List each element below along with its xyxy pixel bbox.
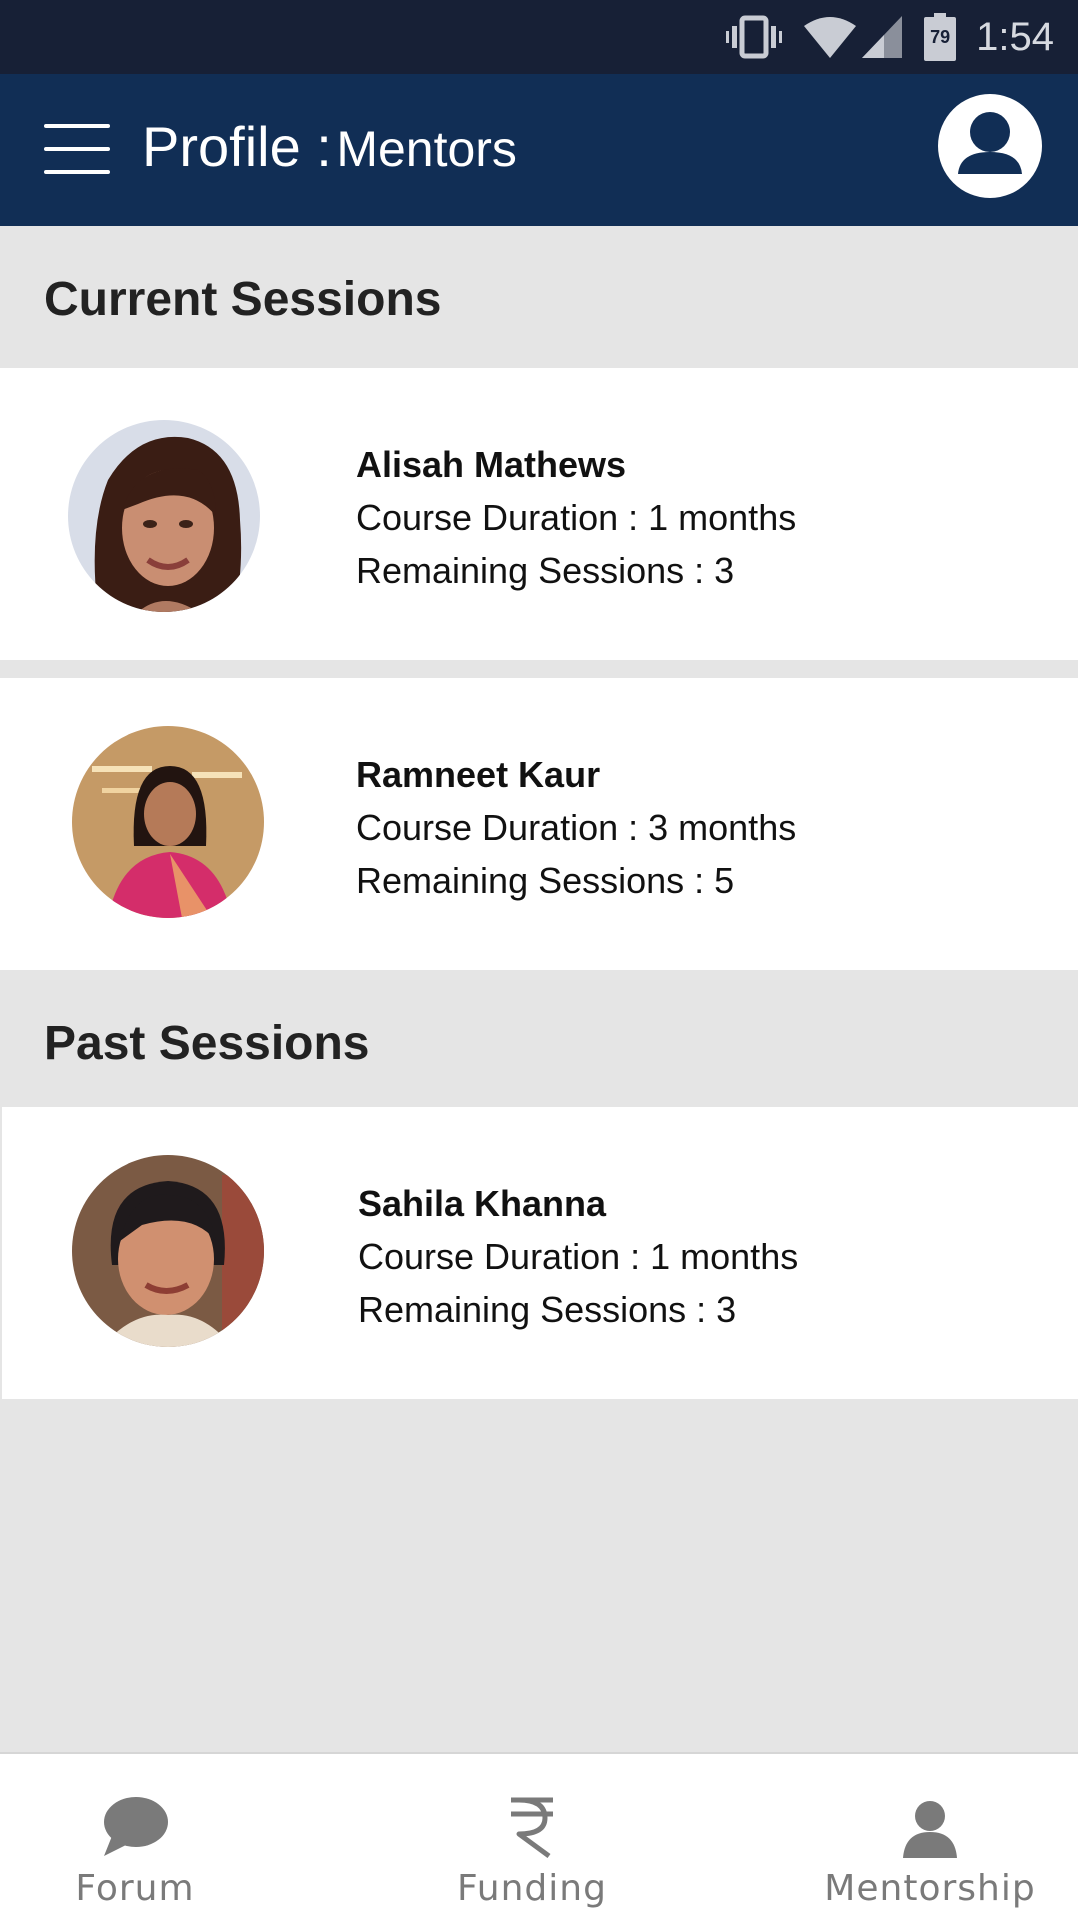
- user-icon: [958, 112, 1022, 174]
- cell-signal-icon: [860, 14, 904, 60]
- wifi-icon: [802, 14, 858, 60]
- phone-frame: 79 1:54 Profile : Mentors Current Sessio…: [0, 0, 1081, 1921]
- mentor-name: Alisah Mathews: [356, 444, 627, 485]
- rupee-icon: [509, 1778, 555, 1858]
- nav-funding[interactable]: Funding: [452, 1754, 612, 1921]
- mentor-card[interactable]: Ramneet Kaur Course Duration : 3 months …: [0, 678, 1078, 970]
- hamburger-icon: [44, 124, 110, 128]
- page-title: Profile : Mentors: [142, 114, 517, 179]
- status-time: 1:54: [976, 14, 1054, 59]
- mentor-info: Alisah Mathews Course Duration : 1 month…: [356, 438, 796, 597]
- app-bar: Profile : Mentors: [0, 74, 1078, 226]
- course-duration: Course Duration : 3 months: [356, 807, 797, 848]
- nav-forum[interactable]: Forum: [60, 1754, 210, 1921]
- nav-label: Funding: [457, 1868, 607, 1909]
- nav-label: Mentorship: [824, 1868, 1036, 1909]
- course-duration: Course Duration : 1 months: [356, 497, 797, 538]
- vibrate-icon: [726, 14, 783, 60]
- mentor-card[interactable]: Alisah Mathews Course Duration : 1 month…: [0, 368, 1078, 660]
- mentor-name: Ramneet Kaur: [356, 754, 601, 795]
- page-title-sub: Mentors: [336, 121, 517, 177]
- mentor-photo: [72, 726, 264, 918]
- nav-label: Forum: [75, 1868, 195, 1909]
- remaining-sessions: Remaining Sessions : 3: [356, 550, 735, 591]
- page-title-main: Profile :: [142, 115, 332, 178]
- mentor-name: Sahila Khanna: [358, 1183, 607, 1224]
- course-duration: Course Duration : 1 months: [358, 1236, 799, 1277]
- status-bar: 79 1:54: [0, 0, 1078, 74]
- mentor-info: Sahila Khanna Course Duration : 1 months…: [358, 1177, 798, 1336]
- screen: 79 1:54 Profile : Mentors Current Sessio…: [0, 0, 1078, 1921]
- remaining-sessions: Remaining Sessions : 3: [358, 1289, 737, 1330]
- menu-button[interactable]: [44, 124, 110, 174]
- battery-level: 79: [930, 27, 951, 47]
- chat-bubble-icon: [102, 1778, 168, 1858]
- mentor-photo: [72, 1155, 264, 1347]
- mentor-card[interactable]: Sahila Khanna Course Duration : 1 months…: [2, 1107, 1078, 1399]
- person-icon: [903, 1778, 957, 1858]
- current-sessions-header: Current Sessions: [0, 226, 1078, 366]
- profile-button[interactable]: [938, 94, 1042, 198]
- mentor-photo: [68, 420, 260, 612]
- section-title: Past Sessions: [44, 1017, 370, 1070]
- mentor-info: Ramneet Kaur Course Duration : 3 months …: [356, 748, 796, 907]
- battery-icon: 79: [924, 13, 957, 61]
- remaining-sessions: Remaining Sessions : 5: [356, 860, 735, 901]
- section-title: Current Sessions: [44, 273, 442, 326]
- past-sessions-header: Past Sessions: [0, 970, 1078, 1110]
- bottom-nav: Forum Funding Mentorship: [0, 1752, 1078, 1921]
- nav-mentorship[interactable]: Mentorship: [824, 1754, 1035, 1921]
